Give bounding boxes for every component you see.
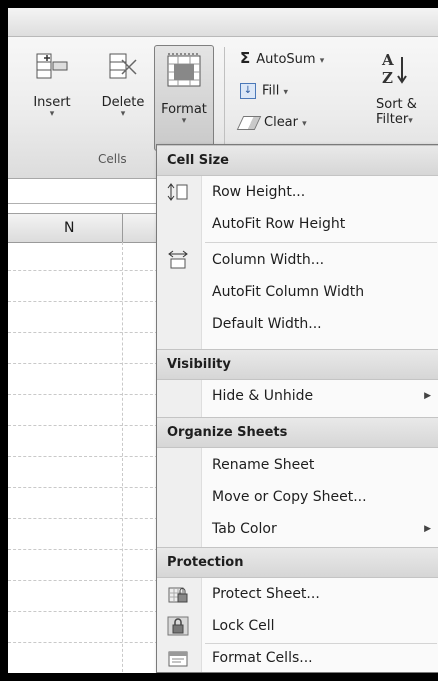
clear-button[interactable]: Clear ▾ xyxy=(236,115,307,130)
autofit-row-height-label: AutoFit Row Height xyxy=(212,216,346,232)
menu-item-format-cells[interactable]: Format Cells... xyxy=(157,642,438,673)
format-button[interactable]: Format ▾ xyxy=(154,45,214,151)
grid-row-line xyxy=(8,394,158,395)
svg-text:A: A xyxy=(381,51,394,69)
menu-separator xyxy=(205,242,437,243)
column-header-n[interactable]: N xyxy=(64,220,74,236)
hide-unhide-label: Hide & Unhide xyxy=(212,388,314,404)
delete-cells-icon xyxy=(109,53,137,79)
protect-sheet-label: Protect Sheet... xyxy=(212,586,320,602)
menu-item-rename-sheet[interactable]: Rename Sheet xyxy=(157,449,438,481)
sort-dropdown-icon: ▾ xyxy=(408,116,413,126)
clear-label: Clear xyxy=(264,115,298,130)
autosum-label: AutoSum xyxy=(256,52,316,67)
menu-item-column-width[interactable]: Column Width... xyxy=(157,244,438,276)
submenu-arrow-icon: ▶ xyxy=(424,524,431,534)
fill-label: Fill xyxy=(262,83,280,99)
rename-sheet-label: Rename Sheet xyxy=(212,457,315,473)
menu-item-default-width[interactable]: Default Width... xyxy=(157,308,438,340)
menu-item-hide-unhide[interactable]: Hide & Unhide ▶ xyxy=(157,380,438,412)
protect-sheet-icon xyxy=(168,587,188,603)
grid-row-line xyxy=(8,487,158,488)
format-cells-icon xyxy=(167,53,201,87)
grid-row-line xyxy=(8,518,158,519)
section-protection: Protection xyxy=(157,547,438,578)
svg-text:Z: Z xyxy=(382,69,393,87)
format-dropdown-menu: Cell Size Row Height... AutoFit Row Heig… xyxy=(156,144,438,673)
delete-label: Delete xyxy=(101,95,145,110)
clear-dropdown-icon: ▾ xyxy=(302,119,307,129)
lock-icon xyxy=(167,616,189,636)
autofit-column-width-label: AutoFit Column Width xyxy=(212,284,365,300)
grid-row-line xyxy=(8,456,158,457)
fill-button[interactable]: ↓ Fill ▾ xyxy=(240,83,288,99)
cells-group-label: Cells xyxy=(98,152,127,166)
menu-item-lock-cell[interactable]: Lock Cell xyxy=(157,610,438,642)
menu-item-autofit-column-width[interactable]: AutoFit Column Width xyxy=(157,276,438,308)
sort-az-icon: A Z xyxy=(381,51,407,87)
column-width-label: Column Width... xyxy=(212,252,325,268)
section-organize-sheets: Organize Sheets xyxy=(157,417,438,448)
autosum-button[interactable]: Σ AutoSum ▾ xyxy=(240,49,324,67)
format-dropdown-icon: ▾ xyxy=(181,116,187,126)
column-divider xyxy=(122,214,123,242)
sigma-icon: Σ xyxy=(240,49,251,67)
menu-item-protect-sheet[interactable]: Protect Sheet... xyxy=(157,578,438,610)
menu-item-row-height[interactable]: Row Height... xyxy=(157,176,438,208)
excel-window: Insert ▾ Delete ▾ Format ▾ Cells Σ AutoS… xyxy=(8,8,438,673)
grid-column-line xyxy=(122,242,123,673)
eraser-icon xyxy=(236,115,262,130)
fill-down-icon: ↓ xyxy=(240,83,256,99)
insert-button[interactable]: Insert ▾ xyxy=(22,51,82,119)
row-height-icon xyxy=(167,183,188,201)
grid-row-line xyxy=(8,425,158,426)
autosum-dropdown-icon: ▾ xyxy=(319,56,325,66)
insert-dropdown-icon: ▾ xyxy=(49,109,55,119)
ribbon-tab-strip xyxy=(8,8,438,37)
format-label: Format xyxy=(161,102,207,117)
grid-row-line xyxy=(8,301,158,302)
sort-filter-label-line1: Sort & xyxy=(376,97,417,112)
worksheet-grid[interactable] xyxy=(8,242,158,673)
section-visibility: Visibility xyxy=(157,349,438,380)
row-height-label: Row Height... xyxy=(212,184,306,200)
column-width-icon xyxy=(168,250,188,269)
delete-dropdown-icon: ▾ xyxy=(120,109,126,119)
grid-row-line xyxy=(8,580,158,581)
fill-dropdown-icon: ▾ xyxy=(283,87,289,98)
sort-filter-button[interactable]: A Z Sort & Filter▾ xyxy=(376,49,438,127)
insert-cells-icon xyxy=(36,53,68,79)
grid-row-line xyxy=(8,611,158,612)
grid-row-line xyxy=(8,642,158,643)
menu-item-tab-color[interactable]: Tab Color ▶ xyxy=(157,513,438,545)
default-width-label: Default Width... xyxy=(212,316,322,332)
menu-item-move-copy-sheet[interactable]: Move or Copy Sheet... xyxy=(157,481,438,513)
grid-row-line xyxy=(8,363,158,364)
format-cells-label: Format Cells... xyxy=(212,650,313,666)
format-cells-dialog-icon xyxy=(168,651,188,667)
grid-row-line xyxy=(8,270,158,271)
insert-label: Insert xyxy=(33,95,71,110)
submenu-arrow-icon: ▶ xyxy=(424,391,431,401)
section-cell-size: Cell Size xyxy=(157,145,438,176)
grid-row-line xyxy=(8,549,158,550)
lock-cell-label: Lock Cell xyxy=(212,618,275,634)
menu-item-autofit-row-height[interactable]: AutoFit Row Height xyxy=(157,208,438,240)
sort-filter-label-line2: Filter▾ xyxy=(376,112,413,127)
move-copy-sheet-label: Move or Copy Sheet... xyxy=(212,489,367,505)
filter-label: Filter xyxy=(376,112,409,127)
tab-color-label: Tab Color xyxy=(212,521,277,537)
delete-button[interactable]: Delete ▾ xyxy=(92,51,154,119)
grid-row-line xyxy=(8,332,158,333)
